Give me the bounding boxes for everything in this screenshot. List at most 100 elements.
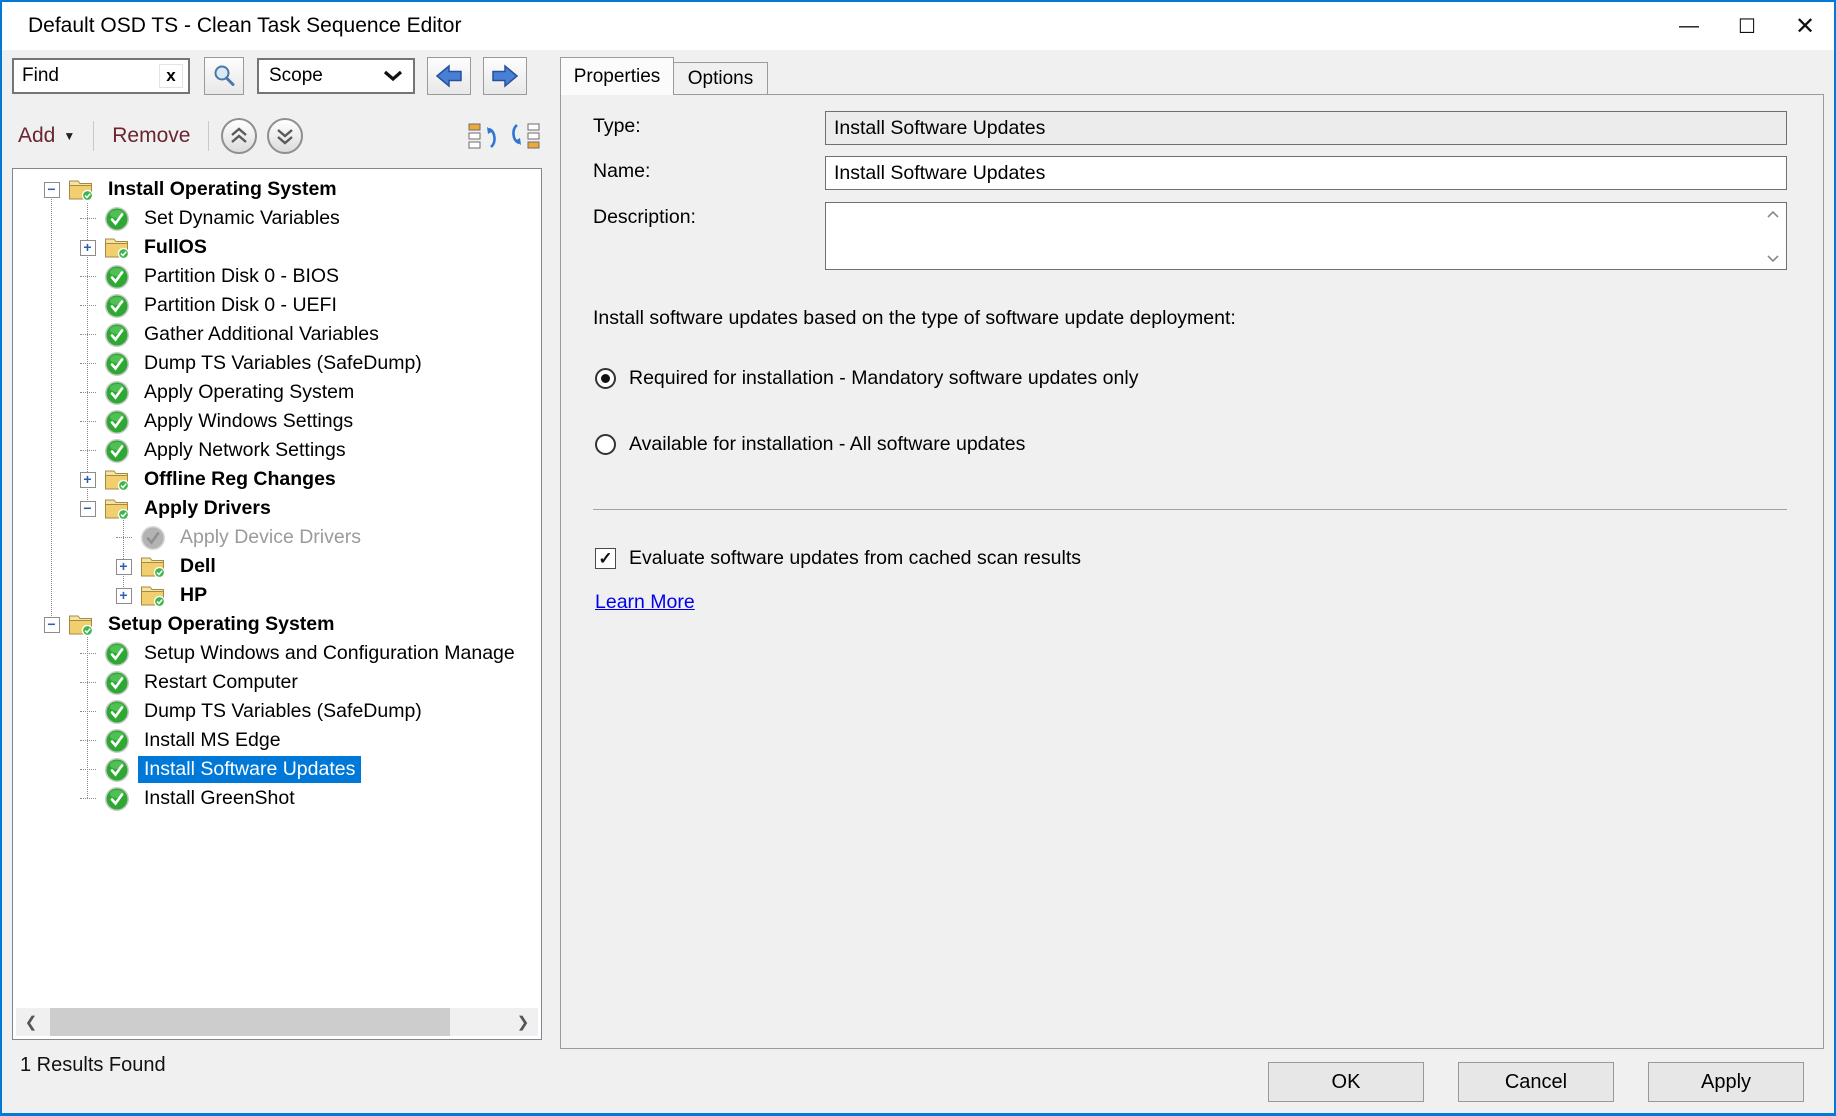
tree-expander[interactable]: −	[73, 494, 102, 523]
tree-item[interactable]: Install GreenShot	[13, 784, 541, 813]
check-icon	[104, 264, 130, 290]
tree-item-label: Set Dynamic Variables	[138, 205, 346, 232]
remove-button[interactable]: Remove	[106, 124, 196, 148]
radio-button-icon[interactable]	[595, 368, 616, 389]
move-down-button[interactable]	[267, 118, 303, 154]
tree-item[interactable]: Install MS Edge	[13, 726, 541, 755]
tree-item-label: Partition Disk 0 - BIOS	[138, 263, 345, 290]
find-clear-button[interactable]: x	[159, 64, 183, 88]
deployment-instruction-text: Install software updates based on the ty…	[593, 307, 1236, 330]
tree-item[interactable]: Dump TS Variables (SafeDump)	[13, 697, 541, 726]
tab-options[interactable]: Options	[674, 62, 768, 95]
find-next-button[interactable]	[483, 57, 527, 95]
description-field[interactable]	[826, 203, 1760, 269]
evaluate-cached-checkbox-row[interactable]: Evaluate software updates from cached sc…	[595, 547, 1081, 570]
tree-expander[interactable]: −	[37, 175, 66, 204]
tree-item[interactable]: Apply Windows Settings	[13, 407, 541, 436]
tree-stub	[73, 407, 102, 436]
task-sequence-tree-panel: −Install Operating SystemSet Dynamic Var…	[12, 168, 542, 1040]
task-sequence-editor-window: Default OSD TS - Clean Task Sequence Edi…	[0, 0, 1836, 1116]
tree-stub	[73, 639, 102, 668]
tab-properties[interactable]: Properties	[560, 57, 674, 95]
add-button[interactable]: Add ▼	[12, 124, 81, 148]
properties-panel: Type: Name: Description: Install softwar…	[560, 94, 1824, 1049]
check-icon	[104, 438, 130, 464]
tree-item[interactable]: Partition Disk 0 - BIOS	[13, 262, 541, 291]
check-icon	[104, 757, 130, 783]
tree-item-label: Apply Windows Settings	[138, 408, 359, 435]
tree-item[interactable]: Setup Windows and Configuration Manage	[13, 639, 541, 668]
folder-icon	[68, 177, 94, 203]
tree-item-label: Install Software Updates	[138, 756, 361, 783]
name-field[interactable]	[825, 156, 1787, 190]
tree-item[interactable]: + FullOS	[13, 233, 541, 262]
folder-icon	[104, 496, 130, 522]
tree-item-label: FullOS	[138, 234, 213, 261]
tree-stub	[73, 436, 102, 465]
search-button[interactable]	[204, 57, 244, 95]
tree-expander[interactable]: +	[109, 581, 138, 610]
tree-item[interactable]: Gather Additional Variables	[13, 320, 541, 349]
close-button[interactable]: ✕	[1776, 3, 1834, 49]
radio-available[interactable]: Available for installation - All softwar…	[595, 433, 1025, 456]
find-previous-button[interactable]	[427, 57, 471, 95]
description-field-wrap	[825, 202, 1787, 270]
tree-item[interactable]: +HP	[13, 581, 541, 610]
tree-item[interactable]: Apply Device Drivers	[13, 523, 541, 552]
radio-button-icon[interactable]	[595, 434, 616, 455]
caret-down-icon: ▼	[63, 129, 75, 143]
tree-stub	[73, 349, 102, 378]
scroll-up-icon[interactable]	[1764, 207, 1782, 221]
chevron-down-icon	[383, 70, 403, 82]
ok-button[interactable]: OK	[1268, 1062, 1424, 1102]
add-button-label: Add	[18, 124, 55, 148]
tree-item[interactable]: Dump TS Variables (SafeDump)	[13, 349, 541, 378]
apply-button[interactable]: Apply	[1648, 1062, 1804, 1102]
move-up-button[interactable]	[221, 118, 257, 154]
tree-horizontal-scrollbar[interactable]: ❮ ❯	[16, 1008, 538, 1036]
title-bar: Default OSD TS - Clean Task Sequence Edi…	[2, 2, 1834, 50]
collapse-list-button[interactable]	[464, 118, 500, 154]
tree-expander[interactable]: +	[73, 465, 102, 494]
tree-item[interactable]: −Install Operating System	[13, 175, 541, 204]
tree-expander[interactable]: +	[73, 233, 102, 262]
tree-stub	[73, 378, 102, 407]
check-icon	[104, 409, 130, 435]
check-icon	[104, 786, 130, 812]
tree-stub	[73, 262, 102, 291]
tree-stub	[73, 784, 102, 813]
checkbox-icon[interactable]	[595, 548, 616, 569]
type-field	[825, 111, 1787, 145]
tree-item[interactable]: +Offline Reg Changes	[13, 465, 541, 494]
tree-item-label: Setup Operating System	[102, 611, 340, 638]
folder-icon	[104, 235, 130, 261]
tree-item[interactable]: Restart Computer	[13, 668, 541, 697]
radio-required[interactable]: Required for installation - Mandatory so…	[595, 367, 1138, 390]
minimize-button[interactable]: —	[1660, 3, 1718, 49]
tree-item[interactable]: Partition Disk 0 - UEFI	[13, 291, 541, 320]
tree-item[interactable]: Apply Operating System	[13, 378, 541, 407]
tree-item-label: Apply Network Settings	[138, 437, 352, 464]
tree-item[interactable]: Set Dynamic Variables	[13, 204, 541, 233]
learn-more-link[interactable]: Learn More	[595, 591, 695, 614]
scrollbar-thumb[interactable]	[50, 1008, 450, 1036]
tree-expander[interactable]: +	[109, 552, 138, 581]
scroll-right-icon[interactable]: ❯	[508, 1013, 538, 1031]
check-icon	[104, 728, 130, 754]
cancel-button[interactable]: Cancel	[1458, 1062, 1614, 1102]
expand-list-button[interactable]	[508, 118, 544, 154]
scroll-left-icon[interactable]: ❮	[16, 1013, 46, 1031]
tree-expander[interactable]: −	[37, 610, 66, 639]
scope-dropdown[interactable]: Scope	[257, 58, 415, 94]
tree-item[interactable]: +Dell	[13, 552, 541, 581]
tree-stub	[73, 697, 102, 726]
search-icon	[211, 63, 237, 89]
check-icon	[104, 322, 130, 348]
maximize-button[interactable]: ☐	[1718, 3, 1776, 49]
tree-item[interactable]: −Apply Drivers	[13, 494, 541, 523]
tree-item[interactable]: Install Software Updates	[13, 755, 541, 784]
tree-item[interactable]: − Setup Operating System	[13, 610, 541, 639]
scroll-down-icon[interactable]	[1764, 251, 1782, 265]
tree-item[interactable]: Apply Network Settings	[13, 436, 541, 465]
edit-toolbar: Add ▼ Remove	[12, 114, 544, 158]
